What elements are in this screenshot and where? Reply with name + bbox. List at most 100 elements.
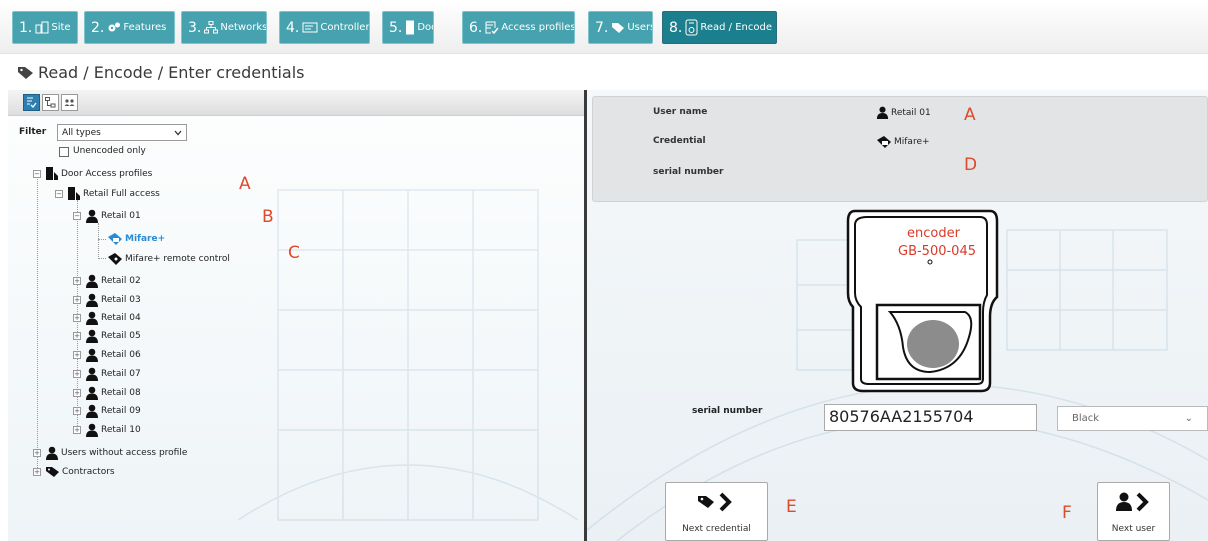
next-user-button[interactable]: Next user — [1097, 482, 1170, 541]
user-icon — [86, 274, 98, 288]
tab-site[interactable]: 1. Site — [12, 11, 78, 44]
expand-toggle[interactable]: + — [33, 449, 41, 457]
filter-label: Filter — [19, 127, 47, 137]
door-profile-icon — [68, 187, 80, 200]
users-icon — [64, 99, 75, 106]
access-profiles-icon — [485, 21, 499, 34]
tab-users[interactable]: 7. Users — [588, 11, 653, 44]
next-credential-button[interactable]: Next credential — [665, 482, 768, 541]
user-icon — [86, 293, 98, 307]
tab-read-encode[interactable]: 8. Read / Encode — [662, 11, 777, 44]
expand-toggle[interactable]: + — [73, 296, 81, 304]
expand-toggle[interactable]: + — [73, 332, 81, 340]
tree-line — [98, 223, 99, 259]
user-icon — [86, 348, 98, 362]
encoder-name: encoder — [907, 226, 960, 241]
tab-access-profiles[interactable]: 6. Access profiles — [462, 11, 575, 44]
expand-toggle[interactable]: + — [73, 407, 81, 415]
card-tag-icon — [108, 233, 122, 245]
tree-line — [37, 177, 38, 474]
controller-icon — [302, 22, 318, 33]
encoder-model: GB-500-045 — [898, 244, 976, 259]
expand-toggle[interactable]: + — [73, 351, 81, 359]
collapse-toggle[interactable]: − — [73, 212, 81, 220]
site-icon — [35, 21, 49, 34]
tree-line — [98, 239, 106, 240]
credential-value: Mifare+ — [876, 135, 930, 149]
gears-icon — [108, 22, 121, 32]
chevron-down-icon: ⌄ — [1184, 413, 1193, 424]
credential-label: Credential — [653, 136, 706, 146]
user-icon — [86, 329, 98, 343]
annotation-b-user: B — [262, 207, 274, 227]
unencoded-only-label: Unencoded only — [73, 146, 146, 156]
user-name-value: Retail 01 — [876, 106, 931, 119]
tree-node-user[interactable]: + Retail 07 — [73, 367, 141, 381]
card-tag-icon — [877, 136, 891, 148]
tree-node-credential-remote[interactable]: Mifare+ remote control — [107, 252, 230, 266]
next-user-icon — [1115, 492, 1149, 512]
user-icon — [86, 423, 98, 437]
annotation-c-credential: C — [288, 243, 300, 263]
tree-node-user[interactable]: + Retail 09 — [73, 404, 141, 418]
tree-node-user[interactable]: + Retail 02 — [73, 274, 141, 288]
collapse-toggle[interactable]: − — [33, 169, 41, 178]
user-icon — [86, 209, 98, 223]
tree-node-user[interactable]: + Retail 03 — [73, 293, 141, 307]
tree-node-contractors[interactable]: + Contractors — [33, 466, 115, 478]
expand-toggle[interactable]: + — [73, 370, 81, 378]
user-icon — [86, 367, 98, 381]
expand-toggle[interactable]: + — [33, 468, 41, 476]
user-icon — [86, 386, 98, 400]
serial-number-label: serial number — [692, 406, 763, 416]
door-icon — [406, 20, 415, 35]
expand-toggle[interactable]: + — [73, 314, 81, 322]
tree-node-user[interactable]: + Retail 04 — [73, 311, 141, 325]
tree-line — [98, 258, 106, 259]
tab-controllers[interactable]: 4. Controllers — [279, 11, 370, 44]
tree-node-user[interactable]: + Retail 06 — [73, 348, 141, 362]
user-icon — [86, 311, 98, 325]
tag-icon — [612, 22, 625, 33]
annotation-d-serial: D — [964, 155, 978, 175]
tree-node-user[interactable]: + Retail 05 — [73, 329, 141, 343]
tree-toolbar — [8, 90, 584, 116]
tree-view-users-button[interactable] — [61, 94, 78, 111]
building-watermark — [238, 189, 578, 521]
tree-node-user[interactable]: + Retail 10 — [73, 423, 141, 437]
user-icon — [46, 446, 58, 460]
expand-toggle[interactable]: + — [73, 277, 81, 285]
serial-number-input[interactable]: 80576AA2155704 — [824, 404, 1037, 431]
unencoded-only-checkbox[interactable] — [59, 147, 69, 157]
annotation-a-user: A — [964, 105, 976, 125]
tree-node-user[interactable]: + Retail 08 — [73, 386, 141, 400]
collapse-toggle[interactable]: − — [55, 189, 63, 198]
tree-node-credential-selected[interactable]: Mifare+ — [107, 232, 165, 246]
tree-view-access-button[interactable] — [23, 94, 40, 111]
encoder-icon — [685, 19, 698, 36]
annotation-a-profile: A — [239, 174, 251, 194]
tab-doors[interactable]: 5. Doors — [382, 11, 434, 44]
tag-icon — [18, 66, 33, 79]
tab-features[interactable]: 2. Features — [84, 11, 175, 44]
credential-color-select[interactable]: Black ⌄ — [1057, 406, 1208, 431]
tree-node-retail-full-access[interactable]: − Retail Full access — [55, 186, 160, 201]
tree-node-user[interactable]: − Retail 01 — [73, 209, 141, 223]
expand-toggle[interactable]: + — [73, 389, 81, 397]
network-icon — [204, 21, 219, 34]
serial-number-info-label: serial number — [653, 167, 724, 177]
tree-node-users-without-profile[interactable]: + Users without access profile — [33, 446, 187, 460]
list-check-icon — [27, 97, 37, 108]
page-title: Read / Encode / Enter credentials — [17, 63, 305, 82]
filter-type-select[interactable]: All types — [57, 124, 187, 141]
tag-icon — [46, 467, 59, 477]
tree-node-door-access-profiles[interactable]: − Door Access profiles — [33, 166, 152, 181]
user-icon — [876, 106, 889, 119]
next-credential-icon — [697, 492, 732, 512]
expand-toggle[interactable]: + — [73, 426, 81, 434]
tree-view-structure-button[interactable] — [42, 94, 59, 111]
tab-networks[interactable]: 3. Networks — [181, 11, 267, 44]
hierarchy-icon — [45, 97, 56, 108]
annotation-e-next-credential: E — [786, 497, 797, 517]
door-profile-icon — [46, 167, 58, 180]
